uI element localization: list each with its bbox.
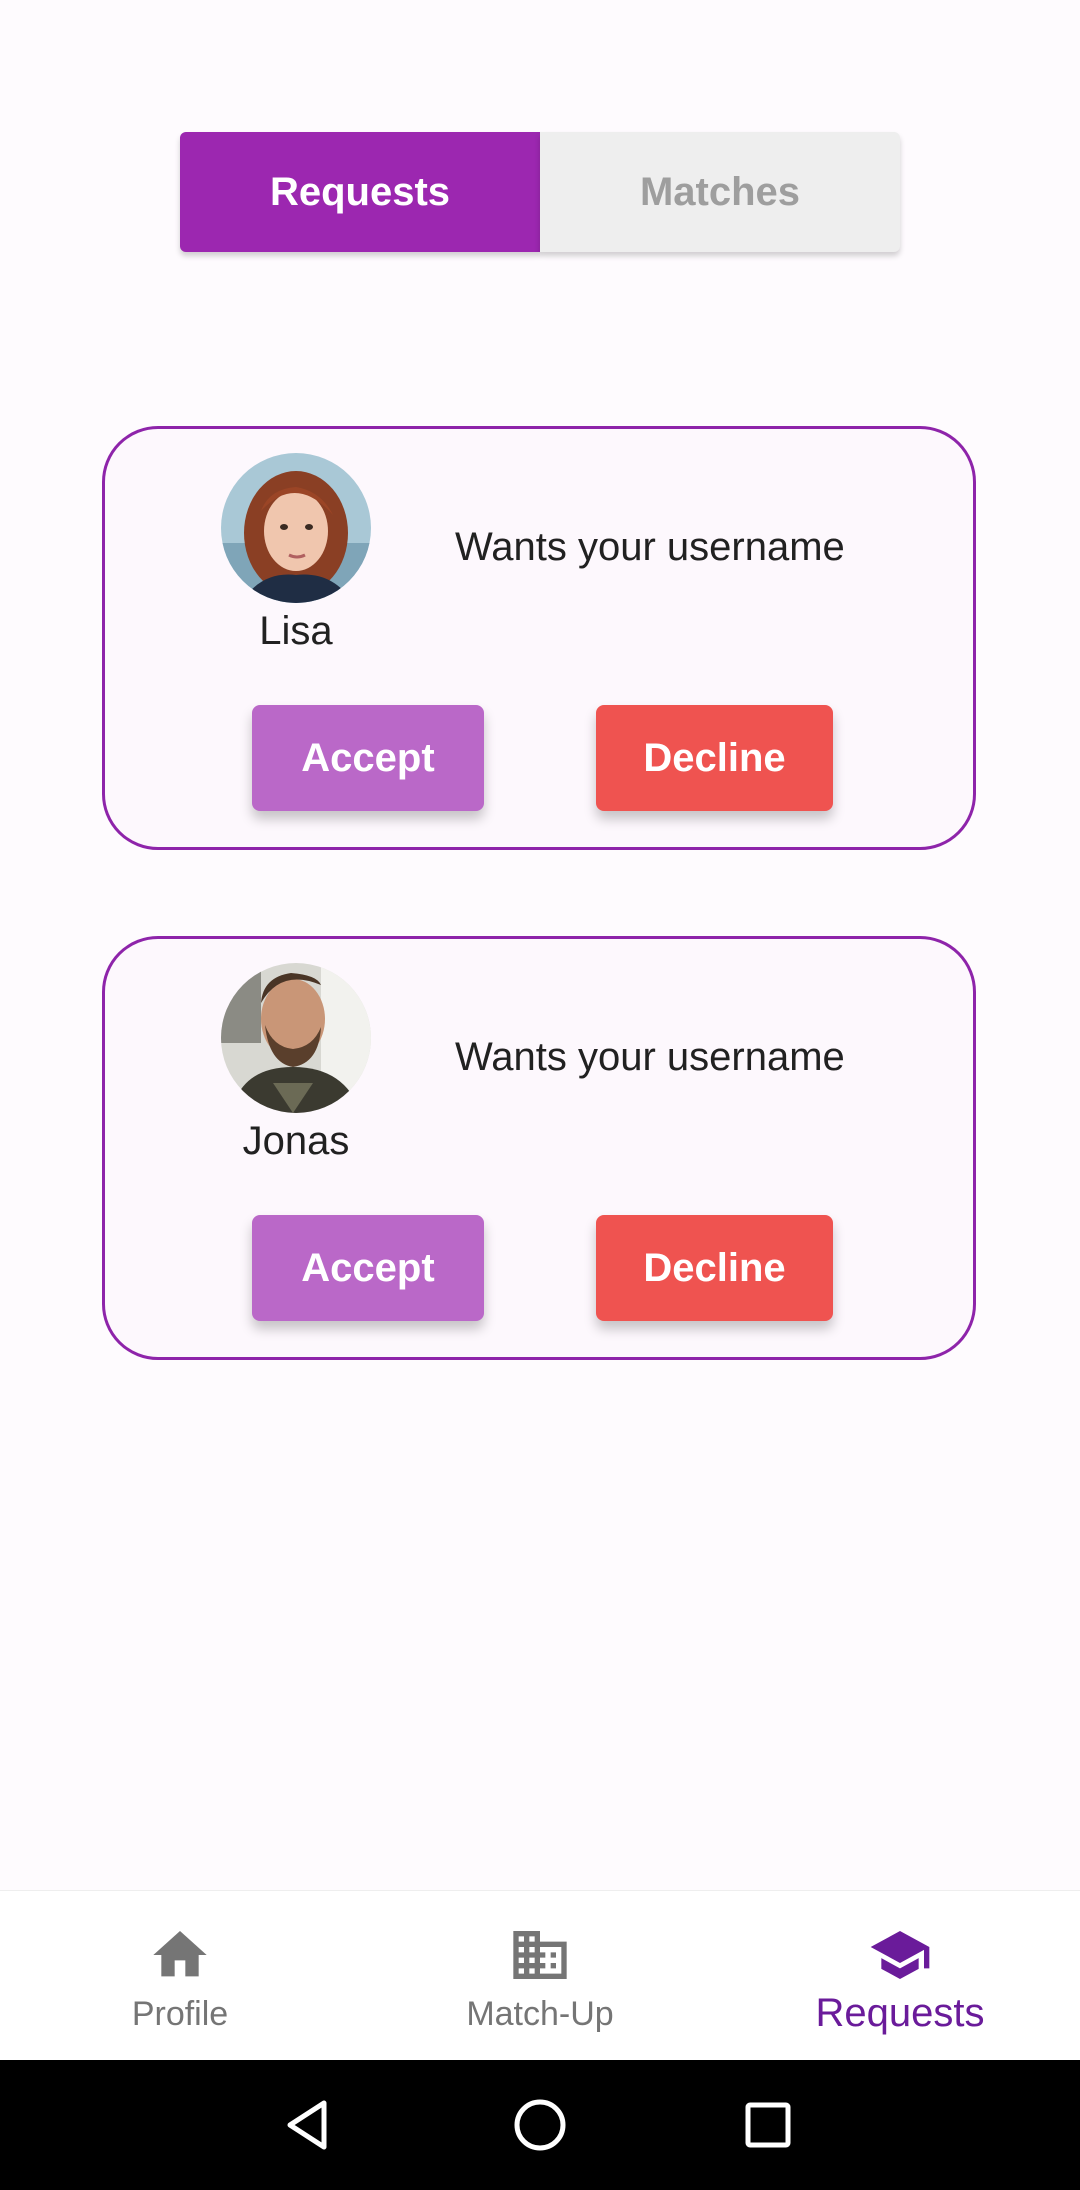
requester-name: Jonas — [242, 1119, 350, 1163]
recents-icon[interactable] — [738, 2095, 798, 2155]
nav-item-requests[interactable]: Requests — [720, 1891, 1080, 2061]
system-navigation-bar — [0, 2060, 1080, 2190]
avatar — [221, 453, 371, 603]
nav-item-profile[interactable]: Profile — [0, 1891, 360, 2061]
request-message: Wants your username — [455, 525, 845, 569]
requester-name: Lisa — [259, 609, 333, 653]
accept-button[interactable]: Accept — [252, 1215, 484, 1321]
decline-button[interactable]: Decline — [596, 1215, 833, 1321]
nav-label: Requests — [815, 1991, 985, 2035]
avatar — [221, 963, 371, 1113]
bottom-navigation: Profile Match-Up Requests — [0, 1890, 1080, 2061]
requests-screen: Requests Matches Lisa Wants your usernam… — [0, 0, 1080, 2190]
tab-matches[interactable]: Matches — [540, 132, 900, 252]
request-message: Wants your username — [455, 1035, 845, 1079]
tab-requests[interactable]: Requests — [180, 132, 540, 252]
request-card: Jonas Wants your username Accept Decline — [102, 936, 976, 1360]
building-icon — [513, 1931, 567, 1979]
decline-button[interactable]: Decline — [596, 705, 833, 811]
nav-item-match-up[interactable]: Match-Up — [360, 1891, 720, 2061]
nav-label: Profile — [131, 1995, 229, 2033]
nav-label: Match-Up — [466, 1995, 614, 2033]
graduation-cap-icon — [870, 1931, 930, 1979]
tab-switcher: Requests Matches — [180, 132, 900, 252]
request-card: Lisa Wants your username Accept Decline — [102, 426, 976, 850]
accept-button[interactable]: Accept — [252, 705, 484, 811]
home-circle-icon[interactable] — [510, 2095, 570, 2155]
home-icon — [153, 1931, 207, 1977]
back-icon[interactable] — [278, 2095, 338, 2155]
